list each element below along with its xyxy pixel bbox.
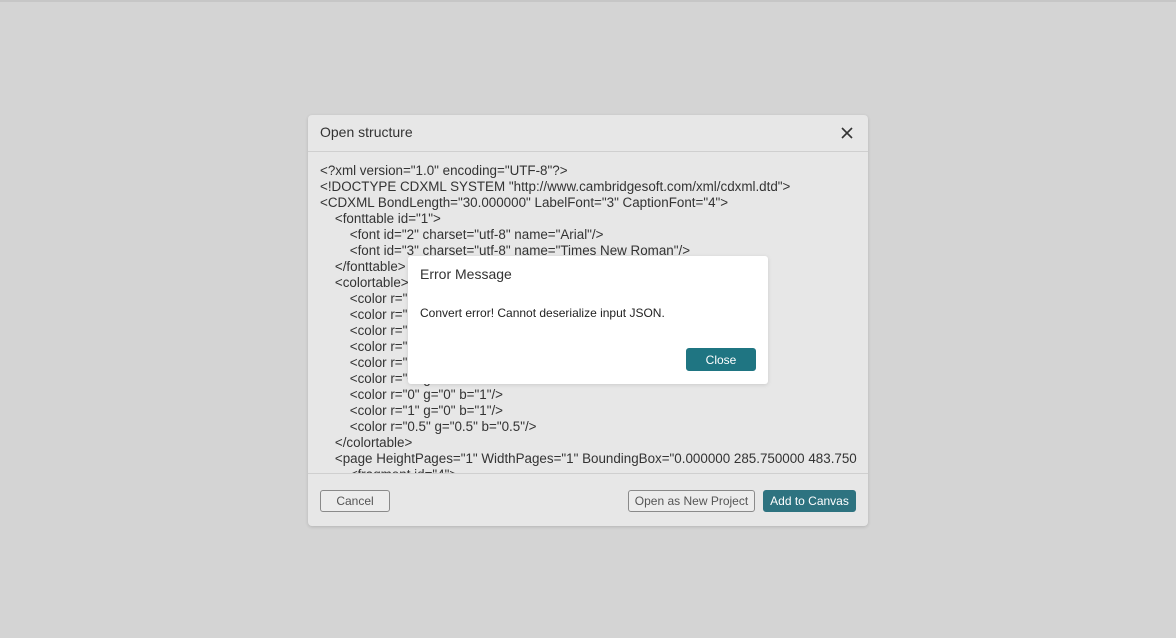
code-line: <fonttable id="1"> — [320, 211, 441, 226]
top-divider — [0, 0, 1176, 2]
code-line: </colortable> — [320, 435, 413, 450]
code-line: <color r="1" g="0" b="1"/> — [320, 403, 503, 418]
dialog-title: Open structure — [320, 124, 413, 140]
code-line: <color r="0" g="0" b="1"/> — [320, 387, 503, 402]
cancel-button[interactable]: Cancel — [320, 490, 390, 512]
error-message-text: Convert error! Cannot deserialize input … — [420, 306, 665, 320]
code-line: <!DOCTYPE CDXML SYSTEM "http://www.cambr… — [320, 179, 791, 194]
close-icon[interactable] — [838, 124, 856, 142]
error-message-dialog: Error Message Convert error! Cannot dese… — [408, 256, 768, 384]
add-to-canvas-button[interactable]: Add to Canvas — [763, 490, 856, 512]
error-dialog-title: Error Message — [420, 266, 512, 282]
code-line: <fragment id="4"> — [320, 467, 857, 473]
error-close-button[interactable]: Close — [686, 348, 756, 371]
code-line: <page HeightPages="1" WidthPages="1" Bou… — [320, 451, 857, 466]
open-as-new-project-button[interactable]: Open as New Project — [628, 490, 755, 512]
code-line: <font id="2" charset="utf-8" name="Arial… — [320, 227, 604, 242]
dialog-header: Open structure — [308, 115, 868, 152]
code-line: <?xml version="1.0" encoding="UTF-8"?> — [320, 163, 568, 178]
code-line: <CDXML BondLength="30.000000" LabelFont=… — [320, 195, 729, 210]
code-line: <color r="0.5" g="0.5" b="0.5"/> — [320, 419, 537, 434]
